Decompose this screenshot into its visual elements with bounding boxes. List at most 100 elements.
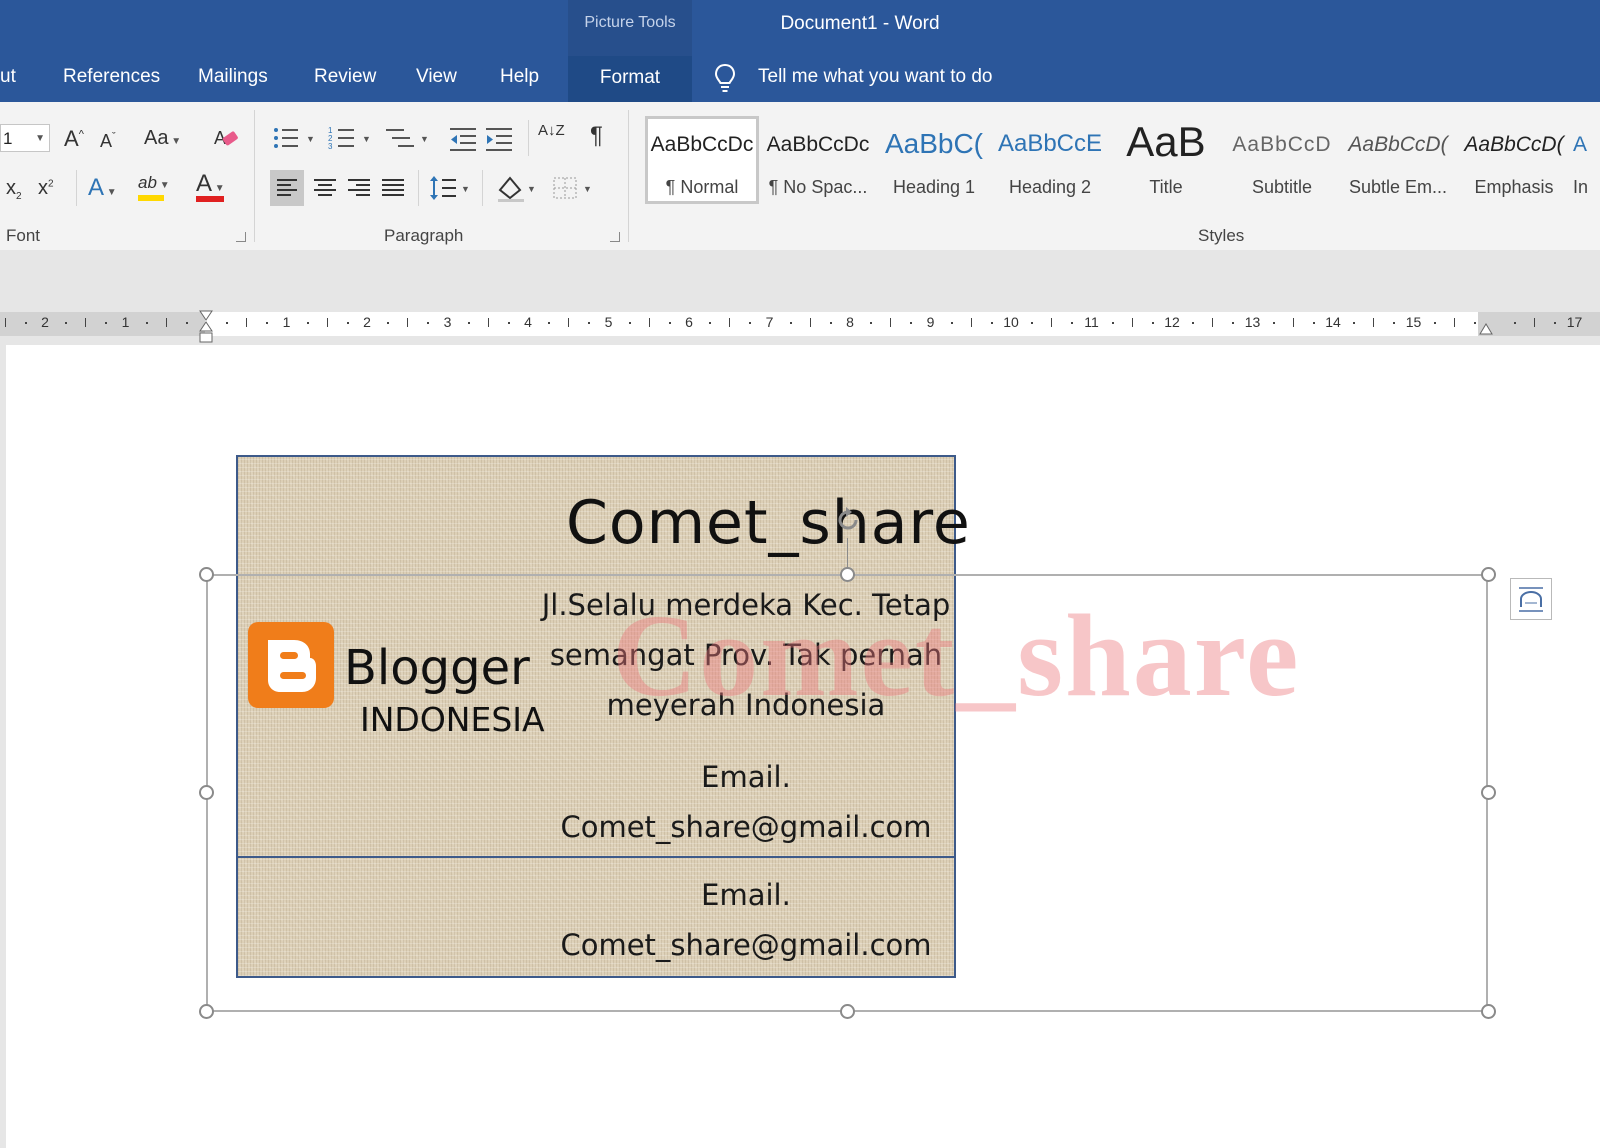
style-name: Emphasis bbox=[1474, 177, 1554, 197]
tab-view[interactable]: View bbox=[416, 66, 457, 88]
borders-icon[interactable]: ▼ bbox=[550, 170, 596, 206]
ruler-tick bbox=[1534, 318, 1535, 327]
justify-icon[interactable] bbox=[378, 170, 408, 206]
tab-review[interactable]: Review bbox=[314, 66, 376, 88]
ruler-dot bbox=[709, 322, 711, 324]
style-heading-1[interactable]: AaBbC( Heading 1 bbox=[877, 116, 991, 204]
ruler-tick bbox=[568, 318, 569, 327]
style-no-spacing[interactable]: AaBbCcDc ¶ No Spac... bbox=[761, 116, 875, 204]
right-indent-marker-icon[interactable] bbox=[1478, 320, 1494, 336]
font-color-button[interactable]: A ▼ bbox=[196, 172, 225, 202]
ruler-dot bbox=[1353, 322, 1355, 324]
horizontal-ruler[interactable] bbox=[0, 312, 1600, 336]
style-subtle-emphasis[interactable]: AaBbCcD( Subtle Em... bbox=[1341, 116, 1455, 204]
style-intense-emphasis[interactable]: A In bbox=[1573, 116, 1600, 204]
ruler-dot bbox=[588, 322, 590, 324]
decrease-indent-icon[interactable] bbox=[448, 124, 478, 152]
style-name: Title bbox=[1149, 177, 1183, 197]
ruler-dot bbox=[991, 322, 993, 324]
ruler-number: 1 bbox=[121, 314, 130, 330]
tab-help[interactable]: Help bbox=[500, 66, 539, 88]
bullets-icon[interactable]: ▼ bbox=[272, 124, 320, 152]
grow-font-label: A bbox=[64, 126, 79, 151]
font-dialog-launcher-icon[interactable] bbox=[236, 232, 246, 242]
superscript-label: x bbox=[38, 177, 48, 199]
tab-layout[interactable]: ut bbox=[0, 66, 16, 88]
clear-formatting-icon[interactable]: A bbox=[212, 124, 240, 152]
style-subtitle[interactable]: AaBbCcD Subtitle bbox=[1225, 116, 1339, 204]
svg-text:▼: ▼ bbox=[306, 134, 315, 144]
selection-frame[interactable] bbox=[206, 574, 1488, 1012]
divider bbox=[418, 170, 419, 206]
divider bbox=[482, 170, 483, 206]
paragraph-group-label: Paragraph bbox=[384, 226, 464, 245]
svg-text:▼: ▼ bbox=[527, 184, 536, 194]
chevron-down-icon: ▼ bbox=[104, 187, 117, 198]
ruler-number: 5 bbox=[604, 314, 613, 330]
paragraph-dialog-launcher-icon[interactable] bbox=[610, 232, 620, 242]
shading-icon[interactable]: ▼ bbox=[494, 170, 540, 206]
chevron-down-icon[interactable]: ▼ bbox=[35, 125, 45, 153]
style-emphasis[interactable]: AaBbCcD( Emphasis bbox=[1457, 116, 1571, 204]
ruler-tick bbox=[166, 318, 167, 327]
ruler-dot bbox=[1112, 322, 1114, 324]
resize-handle-top-left[interactable] bbox=[199, 567, 214, 582]
resize-handle-left[interactable] bbox=[199, 785, 214, 800]
resize-handle-bottom-right[interactable] bbox=[1481, 1004, 1496, 1019]
sort-label: A↓Z bbox=[538, 122, 565, 139]
change-case-button[interactable]: Aa ▼ bbox=[144, 128, 181, 148]
increase-indent-icon[interactable] bbox=[484, 124, 514, 152]
shrink-font-button[interactable]: Aˇ bbox=[100, 131, 116, 151]
subscript-button[interactable]: x2 bbox=[6, 178, 22, 202]
style-title[interactable]: AaB Title bbox=[1109, 116, 1223, 204]
resize-handle-right[interactable] bbox=[1481, 785, 1496, 800]
highlight-label: ab bbox=[138, 173, 157, 192]
ruler-dot bbox=[1152, 322, 1154, 324]
layout-options-button[interactable] bbox=[1510, 578, 1552, 620]
resize-handle-bottom[interactable] bbox=[840, 1004, 855, 1019]
indent-marker-icon[interactable] bbox=[198, 310, 214, 344]
ruler-dot bbox=[1031, 322, 1033, 324]
show-formatting-marks-button[interactable]: ¶ bbox=[590, 124, 603, 148]
font-group-label: Font bbox=[6, 226, 41, 245]
ruler-number: 8 bbox=[846, 314, 854, 330]
align-right-icon[interactable] bbox=[344, 170, 374, 206]
ruler-dot bbox=[1554, 322, 1556, 324]
grow-font-button[interactable]: A^ bbox=[64, 128, 84, 150]
resize-handle-top-right[interactable] bbox=[1481, 567, 1496, 582]
ruler-dot bbox=[1192, 322, 1194, 324]
style-normal[interactable]: AaBbCcDc ¶ Normal bbox=[645, 116, 759, 204]
superscript-button[interactable]: x2 bbox=[38, 178, 54, 198]
tab-format[interactable]: Format bbox=[568, 56, 692, 102]
style-sample: AaBbCcE bbox=[997, 130, 1103, 157]
line-spacing-icon[interactable]: ▼ bbox=[428, 170, 474, 206]
tell-me-search[interactable]: Tell me what you want to do bbox=[758, 66, 992, 88]
shrink-font-label: A bbox=[100, 131, 113, 151]
rotate-handle-icon[interactable] bbox=[834, 506, 862, 534]
text-effects-button[interactable]: A ▼ bbox=[88, 176, 117, 200]
align-left-button[interactable] bbox=[270, 170, 304, 206]
sort-button[interactable]: A↓Z bbox=[538, 122, 566, 139]
highlight-button[interactable]: ab ▼ bbox=[138, 174, 170, 201]
style-sample: A bbox=[1573, 133, 1588, 156]
align-center-icon[interactable] bbox=[310, 170, 340, 206]
tab-mailings[interactable]: Mailings bbox=[198, 66, 268, 88]
ruler-number: 12 bbox=[1164, 314, 1180, 330]
svg-text:▼: ▼ bbox=[583, 184, 592, 194]
tab-references[interactable]: References bbox=[63, 66, 160, 88]
ruler-dot bbox=[468, 322, 470, 324]
ruler-number: 9 bbox=[926, 314, 935, 330]
ruler-dot bbox=[1313, 322, 1315, 324]
resize-handle-top[interactable] bbox=[840, 567, 855, 582]
ruler-number: 7 bbox=[765, 314, 774, 330]
numbering-icon[interactable]: 123 ▼ bbox=[328, 124, 376, 152]
ruler-number: 3 bbox=[443, 314, 452, 330]
multilevel-list-icon[interactable]: ▼ bbox=[384, 124, 432, 152]
ruler-dot bbox=[629, 322, 631, 324]
lightbulb-icon[interactable] bbox=[714, 63, 736, 93]
style-sample: AaBbCcD( bbox=[1464, 133, 1564, 156]
ruler-number: 2 bbox=[41, 314, 49, 330]
resize-handle-bottom-left[interactable] bbox=[199, 1004, 214, 1019]
font-size-input[interactable]: 1 ▼ bbox=[0, 124, 50, 152]
style-heading-2[interactable]: AaBbCcE Heading 2 bbox=[993, 116, 1107, 204]
